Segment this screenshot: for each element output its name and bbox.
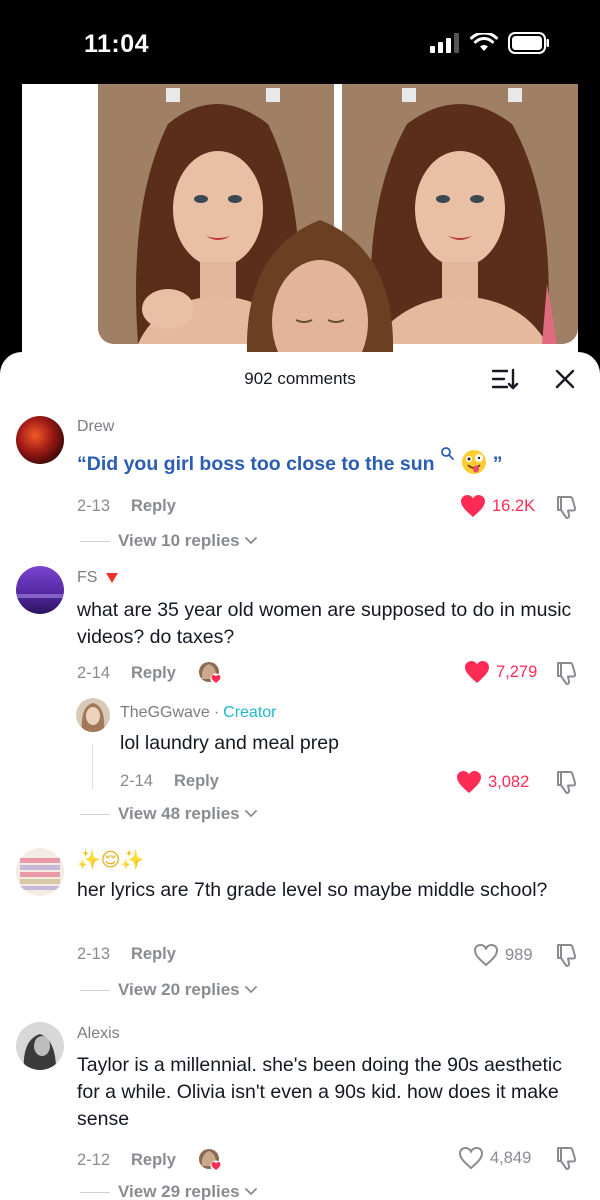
comment-meta: 2-13 Reply [77, 497, 176, 516]
comment-date: 2-13 [77, 497, 111, 515]
heart-filled-icon [457, 771, 481, 793]
comment-date: 2-12 [77, 1150, 111, 1169]
divider-line [80, 1191, 110, 1193]
reply-text: lol laundry and meal prep [120, 732, 339, 754]
reply-username[interactable]: TheGGwave [120, 704, 210, 722]
view-replies-label: View 48 replies [118, 804, 240, 823]
view-replies-label: View 10 replies [118, 531, 240, 550]
like-button[interactable]: 3,082 [456, 770, 529, 794]
avatar[interactable] [76, 698, 110, 732]
reply-date: 2-14 [120, 772, 154, 790]
heart-filled-icon [465, 661, 489, 683]
view-replies-button[interactable]: View 20 replies [80, 980, 258, 1000]
quote-open: “ [77, 453, 87, 475]
chevron-down-icon [244, 1188, 257, 1196]
avatar[interactable] [16, 848, 64, 896]
comment-text: “Did you girl boss too close to the sun … [77, 446, 582, 478]
comment-meta: 2-14 Reply [77, 661, 222, 685]
heart-filled-icon [461, 495, 485, 517]
creator-liked-badge [198, 661, 222, 685]
comment-username[interactable]: Alexis [77, 1025, 120, 1043]
reply-button[interactable]: Reply [131, 945, 176, 964]
like-count: 7,279 [496, 662, 538, 681]
like-button[interactable]: 7,279 [464, 660, 537, 684]
comment-item: Alexis Taylor is a millennial. she's bee… [0, 1020, 600, 1200]
comment-date: 2-13 [77, 945, 111, 963]
like-count: 16.2K [492, 496, 536, 515]
heart-outline-icon [473, 943, 499, 967]
creator-separator: · [213, 704, 220, 721]
search-suggestion-link[interactable]: Did you girl boss too close to the sun [87, 453, 435, 475]
view-replies-label: View 29 replies [118, 1182, 240, 1200]
battery-icon [508, 32, 549, 54]
comments-sheet: 902 comments Drew “Did you girl boss too… [0, 352, 600, 1200]
reply-meta: 2-14 Reply [120, 772, 219, 791]
creator-face-overlay [238, 212, 402, 364]
zany-face-emoji-icon [462, 450, 487, 474]
close-icon[interactable] [553, 367, 577, 391]
video-preview[interactable] [0, 84, 600, 364]
view-replies-button[interactable]: View 29 replies [80, 1182, 258, 1200]
like-button[interactable]: 989 [473, 943, 533, 967]
like-count: 989 [505, 945, 533, 964]
comment-username[interactable]: Drew [77, 418, 114, 436]
dislike-icon[interactable] [553, 942, 579, 968]
status-icons [430, 32, 550, 54]
avatar[interactable] [16, 566, 64, 614]
view-replies-button[interactable]: View 10 replies [80, 531, 258, 551]
comments-header: 902 comments [0, 352, 600, 408]
creator-liked-badge [198, 1148, 222, 1172]
comment-text: Taylor is a millennial. she's been doing… [77, 1054, 563, 1130]
reply-button[interactable]: Reply [131, 1151, 176, 1170]
chevron-down-icon [244, 810, 257, 818]
reply-username-row: TheGGwave · Creator [120, 704, 277, 722]
comment-item: ✨😌✨ her lyrics are 7th grade level so ma… [0, 840, 600, 1010]
comment-item: Drew “Did you girl boss too close to the… [0, 408, 600, 558]
creator-badge: Creator [223, 704, 277, 721]
sort-icon[interactable] [491, 367, 519, 391]
comment-username[interactable]: FS [77, 569, 119, 587]
heart-outline-icon [458, 1146, 484, 1170]
divider-line [80, 813, 110, 815]
like-count: 4,849 [490, 1148, 532, 1167]
dislike-icon[interactable] [553, 660, 579, 686]
cellular-signal-icon [430, 33, 459, 53]
reply-button[interactable]: Reply [174, 772, 219, 791]
like-button[interactable]: 16.2K [460, 494, 535, 518]
quote-close: ” [492, 453, 503, 475]
search-icon[interactable] [440, 446, 454, 460]
like-button[interactable]: 4,849 [458, 1146, 531, 1170]
avatar[interactable] [16, 416, 64, 464]
username-text: FS [77, 569, 98, 586]
red-triangle-icon [106, 573, 119, 583]
dislike-icon[interactable] [553, 769, 579, 795]
status-bar: 11:04 [0, 0, 600, 84]
divider-line [80, 540, 110, 542]
chevron-down-icon [244, 537, 257, 545]
comment-meta: 2-12 Reply [77, 1148, 222, 1172]
reply-button[interactable]: Reply [131, 497, 176, 516]
comment-text: her lyrics are 7th grade level so maybe … [77, 879, 548, 901]
comment-username[interactable]: ✨😌✨ [77, 848, 144, 872]
thread-line [92, 744, 93, 790]
dislike-icon[interactable] [553, 494, 579, 520]
like-count: 3,082 [488, 772, 530, 791]
reply-item: TheGGwave · Creator lol laundry and meal… [0, 692, 600, 832]
comment-date: 2-14 [77, 663, 111, 682]
comment-text: what are 35 year old women are supposed … [77, 599, 572, 648]
reply-button[interactable]: Reply [131, 664, 176, 683]
status-time: 11:04 [84, 30, 150, 58]
avatar[interactable] [16, 1022, 64, 1070]
chevron-down-icon [244, 986, 257, 994]
dislike-icon[interactable] [553, 1145, 579, 1171]
divider-line [80, 989, 110, 991]
wifi-icon [470, 33, 498, 51]
view-replies-button[interactable]: View 48 replies [80, 804, 258, 824]
view-replies-label: View 20 replies [118, 980, 240, 999]
comment-meta: 2-13 Reply [77, 945, 176, 964]
